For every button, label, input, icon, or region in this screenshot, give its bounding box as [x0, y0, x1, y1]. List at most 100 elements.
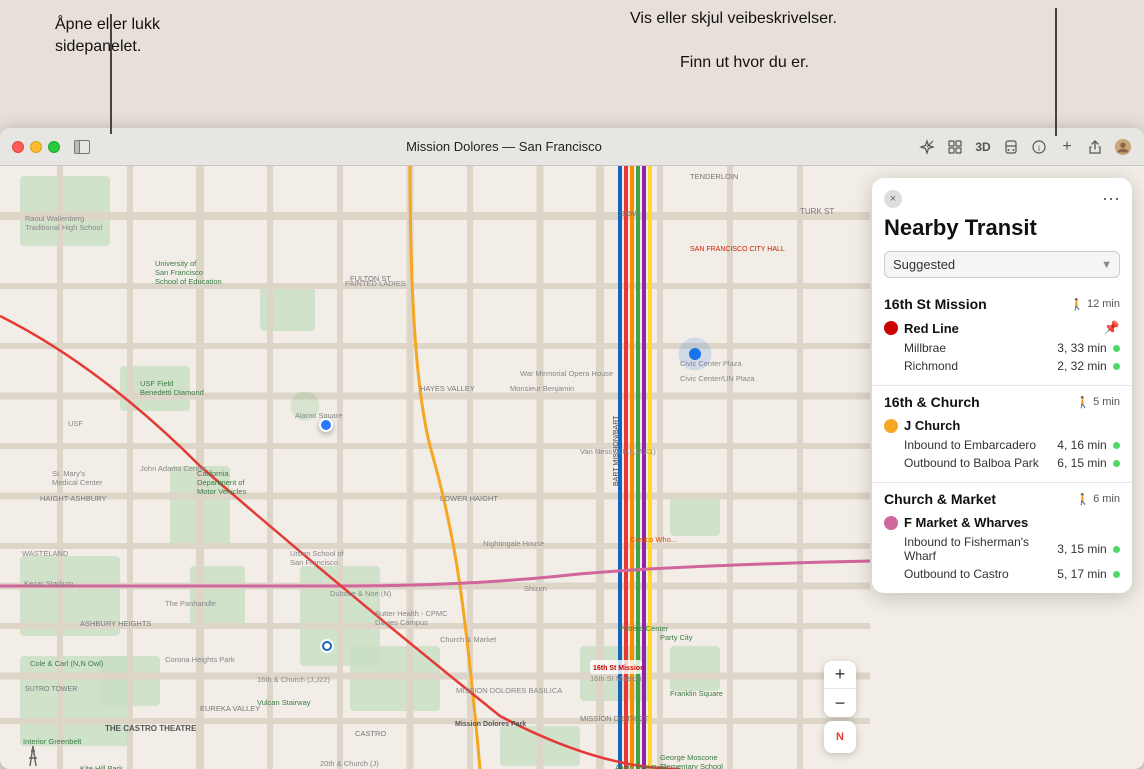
threed-button[interactable]: 3D: [974, 138, 992, 156]
transit-row-balboa: Outbound to Balboa Park 6, 15 min: [884, 454, 1120, 472]
sort-dropdown[interactable]: Suggested By Distance By Name: [884, 251, 1120, 278]
realtime-indicator-6: [1113, 571, 1120, 578]
svg-text:USF: USF: [68, 419, 83, 428]
svg-text:Duboce & Noe (N): Duboce & Noe (N): [330, 589, 392, 598]
location-icon[interactable]: [918, 138, 936, 156]
transit-sections-list: 16th St Mission 🚶 12 min Red Line 📌: [872, 288, 1132, 593]
traffic-lights: [12, 141, 60, 153]
svg-text:Urban School of: Urban School of: [290, 549, 345, 558]
svg-text:Alioto Mini Park: Alioto Mini Park: [615, 763, 667, 769]
svg-text:Shizen: Shizen: [524, 584, 547, 593]
svg-text:Kezar Stadium: Kezar Stadium: [24, 579, 73, 588]
red-line-name: Red Line: [904, 321, 959, 336]
zoom-in-button[interactable]: +: [824, 661, 856, 689]
dest-millbrae: Millbrae: [904, 341, 1057, 355]
svg-text:War Memorial Opera House: War Memorial Opera House: [520, 369, 613, 378]
window-title: Mission Dolores — San Francisco: [98, 139, 910, 154]
nearby-transit-panel: × ··· Nearby Transit Suggested By Distan…: [872, 178, 1132, 593]
realtime-indicator-5: [1113, 546, 1120, 553]
svg-text:Church & Market: Church & Market: [440, 635, 497, 644]
svg-text:Benedetti Diamond: Benedetti Diamond: [140, 388, 204, 397]
sidebar-toggle-button[interactable]: [74, 140, 90, 154]
j-church-name: J Church: [904, 418, 960, 433]
transit-section-church-market: Church & Market 🚶 6 min F Market & Wharv…: [872, 482, 1132, 593]
svg-text:Department of: Department of: [197, 478, 245, 487]
time-fishermans: 3, 15 min: [1057, 542, 1120, 556]
svg-text:George Moscone: George Moscone: [660, 753, 718, 762]
svg-text:Kite Hill Park: Kite Hill Park: [80, 764, 123, 769]
dest-castro: Outbound to Castro: [904, 567, 1057, 581]
transit-icon[interactable]: [1002, 138, 1020, 156]
section-16th-church-walk: 🚶 5 min: [1076, 396, 1120, 409]
svg-text:University of: University of: [155, 259, 197, 268]
walk-time-16th: 12 min: [1087, 298, 1120, 310]
red-line-header: Red Line 📌: [884, 320, 1120, 336]
section-16th-mission-name: 16th St Mission: [884, 296, 987, 312]
svg-text:Nightingale House: Nightingale House: [483, 539, 544, 548]
svg-text:ASHBURY HEIGHTS: ASHBURY HEIGHTS: [80, 619, 151, 628]
section-church-market-walk: 🚶 6 min: [1076, 493, 1120, 506]
dest-fishermans: Inbound to Fisherman's Wharf: [904, 535, 1057, 563]
transit-section-16th-church: 16th & Church 🚶 5 min J Church Inbound t…: [872, 385, 1132, 482]
avatar-icon[interactable]: [1114, 138, 1132, 156]
svg-text:TURK ST: TURK ST: [800, 207, 834, 216]
dest-balboa: Outbound to Balboa Park: [904, 456, 1057, 470]
svg-text:Davies Campus: Davies Campus: [375, 618, 428, 627]
add-icon[interactable]: +: [1058, 138, 1076, 156]
time-millbrae: 3, 33 min: [1057, 341, 1120, 355]
red-line-dot: [884, 321, 898, 335]
svg-text:CASTRO: CASTRO: [355, 729, 386, 738]
section-16th-church-header: 16th & Church 🚶 5 min: [872, 386, 1132, 414]
svg-text:Interior Greenbelt: Interior Greenbelt: [23, 737, 82, 746]
svg-text:SUTRO TOWER: SUTRO TOWER: [25, 686, 77, 693]
svg-text:16th St Mission: 16th St Mission: [593, 665, 644, 672]
svg-text:TENDERLOIN: TENDERLOIN: [690, 172, 738, 181]
map-layers-icon[interactable]: [946, 138, 964, 156]
time-embarcadero: 4, 16 min: [1057, 438, 1120, 452]
titlebar: Mission Dolores — San Francisco 3D: [0, 128, 1144, 166]
svg-text:School of Education: School of Education: [155, 277, 222, 286]
walk-icon-16th: 🚶: [1070, 298, 1084, 311]
location-dot: [319, 418, 333, 432]
svg-text:Cole & Carl (N,N Owl): Cole & Carl (N,N Owl): [30, 659, 104, 668]
walk-time-market: 6 min: [1093, 493, 1120, 505]
transit-row-castro: Outbound to Castro 5, 17 min: [884, 565, 1120, 583]
annotation-right-bottom: Finn ut hvor du er.: [680, 52, 809, 74]
section-16th-church-name: 16th & Church: [884, 394, 980, 410]
svg-text:THE CASTRO THEATRE: THE CASTRO THEATRE: [105, 724, 197, 733]
f-market-name: F Market & Wharves: [904, 515, 1028, 530]
svg-text:MISSION DOLORES BASILICA: MISSION DOLORES BASILICA: [456, 686, 562, 695]
panel-close-button[interactable]: ×: [884, 190, 902, 208]
panel-more-button[interactable]: ···: [1102, 188, 1120, 209]
maximize-button[interactable]: [48, 141, 60, 153]
section-church-market-header: Church & Market 🚶 6 min: [872, 483, 1132, 511]
svg-text:Van Ness (J,K,L,M,K1): Van Ness (J,K,L,M,K1): [580, 447, 656, 456]
realtime-indicator-2: [1113, 363, 1120, 370]
svg-text:SOM: SOM: [620, 209, 637, 218]
svg-text:Traditional High School: Traditional High School: [25, 223, 103, 232]
realtime-indicator-3: [1113, 442, 1120, 449]
share-icon[interactable]: [1086, 138, 1104, 156]
svg-text:St. Mary's: St. Mary's: [52, 469, 85, 478]
minimize-button[interactable]: [30, 141, 42, 153]
map-container[interactable]: TURK ST FULTON ST TENDERLOIN HAYES VALLE…: [0, 166, 1144, 769]
svg-text:Raoul Wallenberg: Raoul Wallenberg: [25, 214, 84, 223]
svg-text:Sutter Health - CPMC: Sutter Health - CPMC: [375, 609, 448, 618]
svg-text:Party City: Party City: [660, 633, 693, 642]
walk-icon-church: 🚶: [1076, 396, 1090, 409]
compass[interactable]: N: [824, 721, 856, 753]
svg-text:WASTELAND: WASTELAND: [22, 549, 69, 558]
route-red-line: Red Line 📌 Millbrae 3, 33 min Richmond: [872, 316, 1132, 379]
svg-text:Potrero Center: Potrero Center: [619, 624, 669, 633]
info-icon[interactable]: i: [1030, 138, 1048, 156]
time-balboa: 6, 15 min: [1057, 456, 1120, 470]
svg-text:SAN FRANCISCO CITY HALL: SAN FRANCISCO CITY HALL: [690, 246, 785, 253]
dest-richmond: Richmond: [904, 359, 1057, 373]
svg-text:i: i: [1038, 144, 1040, 153]
dest-embarcadero: Inbound to Embarcadero: [904, 438, 1057, 452]
zoom-control: + −: [824, 661, 856, 717]
close-button[interactable]: [12, 141, 24, 153]
section-church-market-name: Church & Market: [884, 491, 996, 507]
zoom-out-button[interactable]: −: [824, 689, 856, 717]
f-market-header: F Market & Wharves: [884, 515, 1120, 530]
